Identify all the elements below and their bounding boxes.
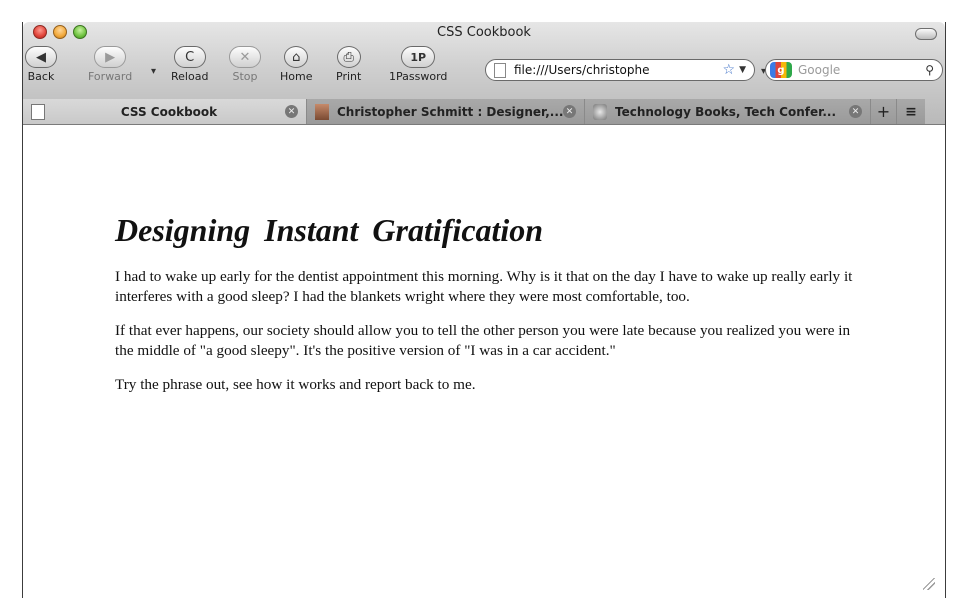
print-icon: ⎙: [336, 46, 361, 68]
address-bar[interactable]: file:///Users/christophe ☆ ▼: [485, 59, 755, 81]
article-heading: Designing Instant Gratification: [115, 212, 544, 248]
back-label: Back: [27, 70, 55, 83]
article-paragraph: I had to wake up early for the dentist a…: [115, 268, 853, 305]
url-dropdown-icon[interactable]: ▼: [739, 65, 746, 75]
plus-icon: +: [876, 102, 891, 121]
window-title: CSS Cookbook: [437, 25, 531, 40]
photo-favicon-icon: [315, 103, 329, 120]
article-paragraph: If that ever happens, our society should…: [115, 322, 851, 359]
forward-arrow-icon: ▶: [94, 46, 127, 68]
search-field[interactable]: g Google ⚲: [765, 59, 943, 81]
reload-icon: C: [173, 46, 206, 68]
page-favicon-icon: [31, 103, 45, 120]
tab-css-cookbook[interactable]: CSS Cookbook ✕: [23, 99, 307, 124]
tab-list-button[interactable]: ≡: [897, 99, 925, 124]
back-button[interactable]: ◀ Back: [25, 46, 57, 83]
home-icon: ⌂: [284, 46, 309, 68]
bookmark-star-icon[interactable]: ☆: [723, 62, 736, 78]
page-icon: [494, 62, 506, 78]
tab-title: Technology Books, Tech Confer...: [615, 104, 837, 119]
url-text[interactable]: file:///Users/christophe: [514, 63, 723, 77]
page-content: Designing Instant Gratification I had to…: [115, 212, 855, 409]
reload-button[interactable]: C Reload: [171, 46, 208, 83]
stop-button[interactable]: ✕ Stop: [229, 46, 261, 83]
forward-button[interactable]: ▶ Forward: [88, 46, 132, 83]
toolbar-toggle-button[interactable]: [915, 28, 937, 40]
close-tab-icon[interactable]: ✕: [285, 105, 298, 118]
onepassword-label: 1Password: [389, 70, 448, 83]
close-tab-icon[interactable]: ✕: [563, 105, 576, 118]
tab-title: CSS Cookbook: [120, 104, 218, 119]
home-button[interactable]: ⌂ Home: [280, 46, 312, 83]
browser-window: CSS Cookbook ◀ Back ▶ Forward ▾ C Reload…: [22, 22, 946, 598]
tab-title: Christopher Schmitt : Designer,...: [337, 104, 563, 119]
back-arrow-icon: ◀: [25, 46, 57, 68]
new-tab-button[interactable]: +: [871, 99, 897, 124]
history-dropdown-icon[interactable]: ▾: [151, 66, 156, 77]
home-label: Home: [280, 70, 313, 83]
onepassword-icon: 1P: [401, 46, 436, 68]
toolbar-area: CSS Cookbook ◀ Back ▶ Forward ▾ C Reload…: [23, 22, 945, 125]
print-label: Print: [336, 70, 362, 83]
search-placeholder: Google: [798, 63, 841, 77]
article-paragraph: Try the phrase out, see how it works and…: [115, 376, 476, 393]
google-logo-icon[interactable]: g: [770, 62, 792, 78]
tab-bar: CSS Cookbook ✕ Christopher Schmitt : Des…: [23, 99, 945, 124]
search-icon[interactable]: ⚲: [925, 63, 934, 77]
print-button[interactable]: ⎙ Print: [336, 46, 361, 83]
tab-technology-books[interactable]: Technology Books, Tech Confer... ✕: [585, 99, 871, 124]
stop-label: Stop: [232, 70, 258, 83]
tab-list-icon: ≡: [905, 103, 917, 120]
reload-label: Reload: [171, 70, 209, 83]
close-tab-icon[interactable]: ✕: [849, 105, 862, 118]
tab-christopher-schmitt[interactable]: Christopher Schmitt : Designer,... ✕: [307, 99, 585, 124]
onepassword-button[interactable]: 1P 1Password: [389, 46, 447, 83]
books-favicon-icon: [593, 103, 607, 120]
stop-icon: ✕: [229, 46, 261, 68]
forward-label: Forward: [88, 70, 133, 83]
resize-grip-icon[interactable]: [923, 578, 935, 590]
